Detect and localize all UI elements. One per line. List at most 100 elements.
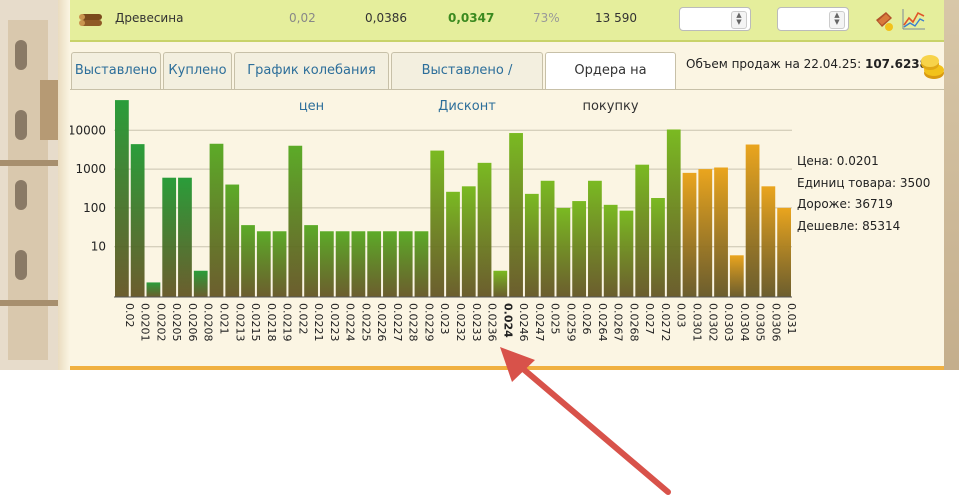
chart-bar xyxy=(556,207,571,297)
x-tick-label: 0.025 xyxy=(549,303,562,335)
chart-bar xyxy=(272,231,287,297)
x-tick-label: 0.0232 xyxy=(454,303,467,342)
x-tick-label: 0.023 xyxy=(438,303,451,335)
x-tick-label: 0.0221 xyxy=(312,303,325,342)
chart-bar xyxy=(588,180,602,297)
chart-bar xyxy=(635,164,650,297)
x-tick-label: 0.0236 xyxy=(486,303,499,342)
x-tick-label: 0.0305 xyxy=(754,303,767,342)
chart-bar xyxy=(383,231,397,297)
tab-buy-orders[interactable]: Ордера на покупку xyxy=(545,52,676,114)
x-tick-label: 0.0219 xyxy=(281,303,294,342)
chart-bar xyxy=(130,144,145,297)
chart-bar xyxy=(509,133,523,297)
wood-logs-icon xyxy=(79,14,102,26)
info-units: Единиц товара: 3500 xyxy=(797,176,931,190)
x-tick-label: 0.031 xyxy=(785,303,798,335)
x-tick-label: 0.0229 xyxy=(422,303,435,342)
x-tick-label: 0.0306 xyxy=(769,303,782,342)
x-tick-label: 0.0302 xyxy=(706,303,719,342)
x-tick-label: 0.021 xyxy=(217,303,230,335)
x-tick-label: 0.0303 xyxy=(722,303,735,342)
x-tick-label: 0.0228 xyxy=(407,303,420,342)
tab-listed[interactable]: Выставлено xyxy=(71,52,161,89)
chart-bar xyxy=(367,231,382,297)
x-tick-label: 0.03 xyxy=(675,303,688,328)
quantity-input[interactable]: ▲ ▼ xyxy=(777,7,849,31)
chart-bar xyxy=(209,143,224,297)
resource-quantity: 13 590 xyxy=(595,11,637,25)
background-right xyxy=(944,0,959,370)
x-tick-label: 0.0233 xyxy=(470,303,483,342)
chart-bar xyxy=(524,193,539,297)
stepper-arrows-icon[interactable]: ▲ ▼ xyxy=(731,11,747,29)
chart-bar xyxy=(666,129,681,297)
y-tick-label: 100 xyxy=(83,201,106,215)
chart-bar xyxy=(398,231,413,297)
x-tick-label: 0.0268 xyxy=(627,303,640,342)
resource-min-price: 0,02 xyxy=(289,11,316,25)
resource-name: Древесина xyxy=(115,11,184,25)
chart-bar xyxy=(729,255,744,297)
chart-bar xyxy=(777,207,791,297)
sales-volume-label: Объем продаж на 22.04.25: xyxy=(686,57,862,71)
x-tick-label: 0.0227 xyxy=(391,303,404,342)
resource-current-price: 0,0347 xyxy=(448,11,495,25)
chart-bar xyxy=(256,231,271,297)
chart-bar xyxy=(288,145,303,297)
x-tick-label: 0.0272 xyxy=(659,303,672,342)
chart-bar xyxy=(603,204,618,297)
buy-orders-chart: 101001000100000.02 0.0201 0.0202 0.0205 0.02… xyxy=(70,100,798,342)
chart-bar xyxy=(477,162,492,297)
chart-bar xyxy=(178,177,192,297)
chart-bar xyxy=(430,150,445,297)
x-tick-label: 0.0267 xyxy=(612,303,625,342)
chart-bar xyxy=(446,191,460,297)
chart-bar xyxy=(714,167,728,297)
resource-avg-price: 0,0386 xyxy=(365,11,407,25)
sales-volume: Объем продаж на 22.04.25: 107.6238 xyxy=(686,57,928,71)
chart-bar xyxy=(304,225,318,297)
x-tick-label: 0.0304 xyxy=(738,303,751,342)
stepper-arrows-icon[interactable]: ▲ ▼ xyxy=(829,11,845,29)
x-tick-label: 0.0224 xyxy=(344,303,357,342)
x-tick-label: 0.0218 xyxy=(265,303,278,342)
x-tick-label: 0.0202 xyxy=(154,303,167,342)
x-tick-label: 0.0264 xyxy=(596,303,609,342)
tab-price-chart[interactable]: График колебания цен xyxy=(234,52,389,114)
tab-bought[interactable]: Куплено xyxy=(163,52,232,89)
info-higher: Дороже: 36719 xyxy=(797,197,893,211)
x-tick-label: 0.0213 xyxy=(233,303,246,342)
chart-bar xyxy=(319,231,334,297)
chart-bar xyxy=(698,169,713,297)
chart-bar xyxy=(745,144,760,297)
chart-bar xyxy=(146,282,161,297)
x-tick-label: 0.024 xyxy=(501,303,514,338)
x-tick-label: 0.022 xyxy=(296,303,309,335)
x-tick-label: 0.02 xyxy=(123,303,136,328)
buy-bag-icon[interactable] xyxy=(872,8,896,32)
chart-bar xyxy=(241,225,255,297)
x-tick-label: 0.0206 xyxy=(186,303,199,342)
y-tick-label: 10000 xyxy=(70,123,106,137)
chart-bar xyxy=(193,270,208,297)
panel-edge xyxy=(58,0,70,370)
x-tick-label: 0.0208 xyxy=(202,303,215,342)
price-graph-icon[interactable] xyxy=(900,7,926,31)
x-tick-label: 0.0205 xyxy=(170,303,183,342)
y-tick-label: 1000 xyxy=(75,162,106,176)
x-tick-label: 0.0259 xyxy=(564,303,577,342)
resource-percent: 73% xyxy=(533,11,560,25)
x-tick-label: 0.0215 xyxy=(249,303,262,342)
panel-bottom-border xyxy=(70,366,944,370)
chart-bar xyxy=(351,231,366,297)
coins-icon xyxy=(921,55,944,79)
chart-bar xyxy=(540,180,555,297)
chart-bar xyxy=(761,186,776,297)
x-tick-label: 0.0225 xyxy=(359,303,372,342)
x-tick-label: 0.027 xyxy=(643,303,656,335)
info-lower: Дешевле: 85314 xyxy=(797,219,901,233)
price-input[interactable]: ▲ ▼ xyxy=(679,7,751,31)
chart-bar xyxy=(619,210,634,297)
tab-listed-discount[interactable]: Выставлено / Дисконт xyxy=(391,52,543,114)
